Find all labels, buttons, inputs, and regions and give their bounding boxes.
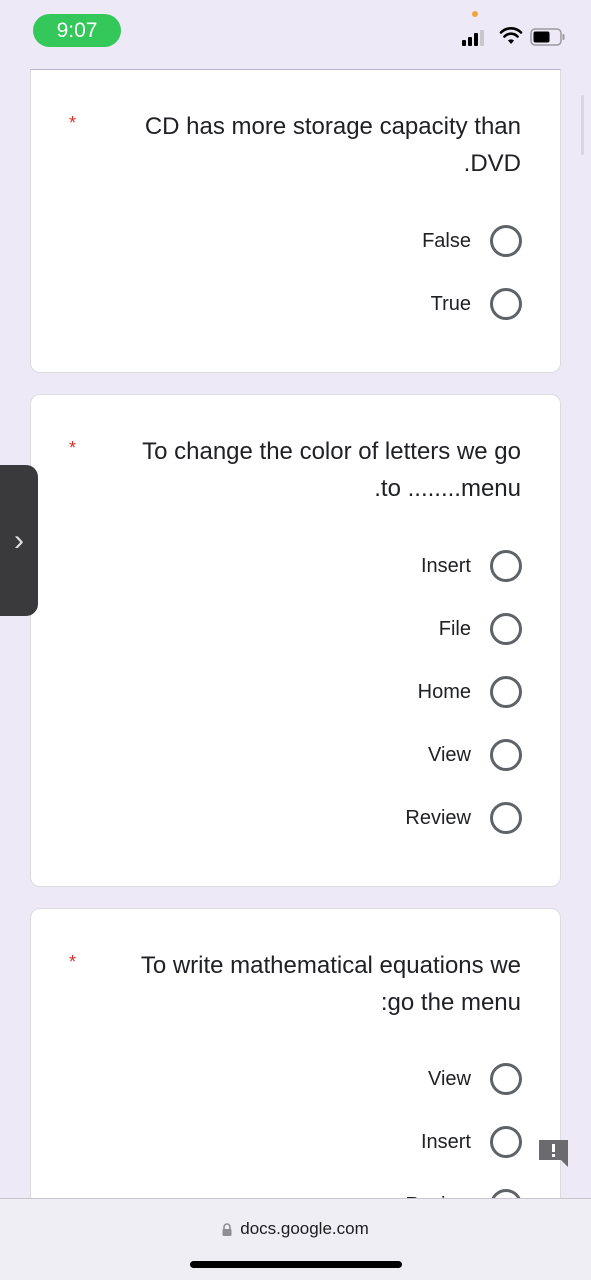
option-label: File xyxy=(438,617,471,640)
question-card-1: * CD has more storage capacity than .DVD… xyxy=(30,69,561,373)
radio-button[interactable] xyxy=(490,1063,522,1095)
battery-icon xyxy=(530,28,565,46)
chevron-right-icon: › xyxy=(14,523,24,557)
option-label: Review xyxy=(405,806,471,829)
radio-option-review[interactable]: Review xyxy=(405,802,522,834)
scrollbar[interactable] xyxy=(581,95,584,155)
radio-option-view[interactable]: View xyxy=(428,1063,522,1095)
url-text: docs.google.com xyxy=(240,1219,369,1238)
radio-option-false[interactable]: False xyxy=(422,225,522,257)
report-feedback-icon[interactable] xyxy=(537,1138,570,1168)
radio-button[interactable] xyxy=(490,802,522,834)
radio-option-file[interactable]: File xyxy=(439,613,522,645)
address-bar[interactable]: docs.google.com xyxy=(0,1219,591,1239)
option-label: Home xyxy=(417,680,471,703)
question-text: CD has more storage capacity than .DVD xyxy=(144,113,521,177)
home-indicator[interactable] xyxy=(190,1261,402,1268)
radio-button[interactable] xyxy=(490,288,522,320)
option-label: Insert xyxy=(420,554,471,577)
radio-button[interactable] xyxy=(490,225,522,257)
status-time[interactable]: 9:07 xyxy=(33,14,121,47)
question-text: To change the color of letters we go .to… xyxy=(142,438,521,502)
option-label: Insert xyxy=(420,1130,471,1153)
option-label: View xyxy=(428,1067,471,1090)
option-label: True xyxy=(430,292,471,315)
radio-button[interactable] xyxy=(490,676,522,708)
option-label: False xyxy=(422,229,471,252)
browser-bottom-bar: docs.google.com xyxy=(0,1198,591,1280)
radio-button[interactable] xyxy=(490,739,522,771)
radio-option-home[interactable]: Home xyxy=(418,676,522,708)
required-marker: * xyxy=(69,438,77,458)
question-card-2: * To change the color of letters we go .… xyxy=(30,394,561,887)
required-marker: * xyxy=(69,113,77,133)
radio-option-insert[interactable]: Insert xyxy=(421,550,522,582)
radio-option-true[interactable]: True xyxy=(431,288,522,320)
radio-option-view[interactable]: View xyxy=(428,739,522,771)
question-text: To write mathematical equations we :go t… xyxy=(140,952,521,1016)
cellular-signal-icon xyxy=(462,30,490,46)
side-panel-handle[interactable]: › xyxy=(0,465,38,616)
status-bar: 9:07 xyxy=(0,0,591,60)
required-marker: * xyxy=(69,952,77,972)
radio-button[interactable] xyxy=(490,550,522,582)
option-label: View xyxy=(428,743,471,766)
radio-button[interactable] xyxy=(490,613,522,645)
radio-option-insert[interactable]: Insert xyxy=(421,1126,522,1158)
lock-icon xyxy=(222,1222,232,1236)
wifi-icon xyxy=(499,27,523,44)
radio-button[interactable] xyxy=(490,1126,522,1158)
privacy-indicator-dot xyxy=(472,11,478,17)
